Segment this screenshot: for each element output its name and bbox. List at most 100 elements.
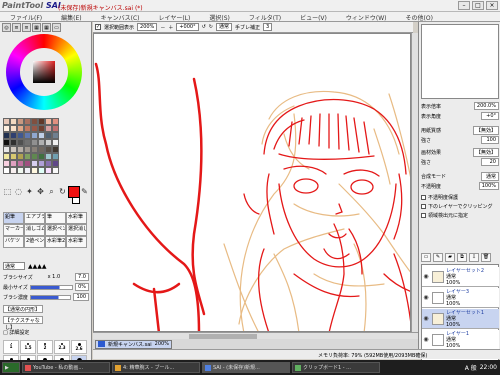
- swatch[interactable]: [17, 146, 24, 153]
- swatch[interactable]: [3, 160, 10, 167]
- view-zoom-value[interactable]: 200.0%: [473, 102, 499, 110]
- swatch[interactable]: [38, 160, 45, 167]
- zoom-select[interactable]: 200%: [137, 23, 158, 31]
- blend-select[interactable]: 通常: [215, 23, 232, 31]
- saturation-value-square[interactable]: [33, 61, 55, 83]
- layer-item[interactable]: ◉ レイヤーセット2 通常 100%: [422, 267, 499, 287]
- swatch[interactable]: [24, 139, 31, 146]
- delete-layer-icon[interactable]: 🗑: [481, 253, 491, 262]
- rgb-slider-tab-icon[interactable]: ≡: [12, 23, 21, 32]
- swatch[interactable]: [52, 160, 59, 167]
- tool-select-pen[interactable]: 選択ペン: [45, 224, 66, 236]
- swatch[interactable]: [38, 167, 45, 174]
- tool-binary-pen[interactable]: 2値ペン: [24, 236, 45, 248]
- swatch[interactable]: [52, 167, 59, 174]
- swatch[interactable]: [31, 167, 38, 174]
- layer-item-selected[interactable]: ◉ レイヤーセット1 通常 100%: [422, 309, 499, 329]
- menu-edit[interactable]: 編集(E): [51, 12, 90, 22]
- swatch[interactable]: [3, 146, 10, 153]
- new-layer-icon[interactable]: ▭: [421, 253, 431, 262]
- menu-window[interactable]: ウィンドウ(W): [336, 12, 396, 22]
- menu-canvas[interactable]: キャンバス(C): [91, 12, 149, 22]
- tool-select-eraser[interactable]: 選択消し: [66, 224, 87, 236]
- maximize-icon[interactable]: □: [472, 1, 484, 10]
- document-tab[interactable]: 新規キャンバス.sai 200%: [95, 339, 172, 349]
- swatch[interactable]: [10, 146, 17, 153]
- select-source-checkbox[interactable]: 領域検出元に指定: [421, 212, 499, 219]
- swatch[interactable]: [45, 160, 52, 167]
- swatch[interactable]: [31, 139, 38, 146]
- swatch[interactable]: [10, 160, 17, 167]
- zoom-in-icon[interactable]: ＋: [168, 24, 173, 31]
- texture-select[interactable]: 【テクスチャなし】: [3, 316, 43, 331]
- navigator-preview[interactable]: [421, 24, 499, 99]
- tool-pencil[interactable]: 鉛筆: [3, 212, 24, 224]
- layer-item[interactable]: ◉ レイヤー3 通常 100%: [422, 288, 499, 308]
- taskbar-item-active[interactable]: SAI - (未保存)新規...: [202, 362, 290, 373]
- swatch[interactable]: [38, 132, 45, 139]
- swatch[interactable]: [45, 125, 52, 132]
- dot-preset[interactable]: 1.5: [20, 340, 36, 354]
- swatch[interactable]: [17, 125, 24, 132]
- swatch[interactable]: [24, 153, 31, 160]
- canvas-horizontal-scrollbar[interactable]: [93, 332, 418, 339]
- select-rect-icon[interactable]: ⬚: [3, 187, 12, 197]
- tool-airbrush[interactable]: エアブラシ: [24, 212, 45, 224]
- eye-icon[interactable]: ◉: [422, 294, 430, 301]
- swatch[interactable]: [52, 132, 59, 139]
- swatch[interactable]: [24, 118, 31, 125]
- menu-layer[interactable]: レイヤー(L): [149, 12, 200, 22]
- swatch[interactable]: [3, 139, 10, 146]
- ime-indicator[interactable]: A 般: [465, 363, 477, 372]
- canvas-vertical-scrollbar[interactable]: [411, 33, 418, 332]
- angle-select[interactable]: +000°: [176, 23, 199, 31]
- brush-size-mult[interactable]: x 1.0: [48, 274, 61, 280]
- swatch[interactable]: [10, 118, 17, 125]
- swatch[interactable]: [38, 125, 45, 132]
- swatch[interactable]: [24, 146, 31, 153]
- rotate-right-icon[interactable]: ↻: [209, 24, 213, 30]
- swatch[interactable]: [17, 132, 24, 139]
- dot-preset[interactable]: 1: [3, 340, 19, 354]
- swatch[interactable]: [52, 118, 59, 125]
- tool-marker[interactable]: マーカー: [3, 224, 24, 236]
- swatch[interactable]: [45, 139, 52, 146]
- dot-preset[interactable]: 2: [37, 340, 53, 354]
- eye-icon[interactable]: ◉: [422, 336, 430, 343]
- menu-view[interactable]: ビュー(V): [290, 12, 336, 22]
- copy-layer-icon[interactable]: ⧉: [457, 253, 467, 262]
- swatch[interactable]: [17, 118, 24, 125]
- swatch[interactable]: [24, 160, 31, 167]
- texture-strength-value[interactable]: 100: [481, 136, 499, 144]
- swatch[interactable]: [3, 167, 10, 174]
- menu-file[interactable]: ファイル(F): [0, 12, 51, 22]
- blend-mode-select[interactable]: 通常: [481, 171, 499, 181]
- minimize-icon[interactable]: –: [458, 1, 470, 10]
- swatch[interactable]: [38, 118, 45, 125]
- menu-select[interactable]: 選択(S): [199, 12, 239, 22]
- swatches-tab-icon[interactable]: ▦: [42, 23, 51, 32]
- color-mix-tab-icon[interactable]: ▦: [32, 23, 41, 32]
- swatch[interactable]: [3, 132, 10, 139]
- zoom-out-icon[interactable]: －: [160, 24, 165, 31]
- tool-eraser[interactable]: 消しゴム: [24, 224, 45, 236]
- swatch[interactable]: [52, 153, 59, 160]
- swatch[interactable]: [24, 167, 31, 174]
- close-icon[interactable]: ×: [486, 1, 498, 10]
- min-size-slider[interactable]: [29, 284, 73, 290]
- swatch[interactable]: [38, 153, 45, 160]
- color-wheel[interactable]: [6, 34, 82, 110]
- effect-strength-value[interactable]: 20: [481, 158, 499, 166]
- swatch[interactable]: [45, 146, 52, 153]
- tool-watercolor[interactable]: 水彩筆: [66, 212, 87, 224]
- swatch[interactable]: [45, 153, 52, 160]
- tool-brush[interactable]: 筆: [45, 212, 66, 224]
- magic-wand-icon[interactable]: ✦: [25, 187, 34, 197]
- swatch[interactable]: [10, 139, 17, 146]
- dot-preset[interactable]: 2.6: [71, 340, 87, 354]
- swatch[interactable]: [10, 153, 17, 160]
- eyedropper-icon[interactable]: ✎: [80, 187, 89, 197]
- rotate-icon[interactable]: ↻: [58, 187, 67, 197]
- swatch[interactable]: [45, 118, 52, 125]
- swatch[interactable]: [24, 132, 31, 139]
